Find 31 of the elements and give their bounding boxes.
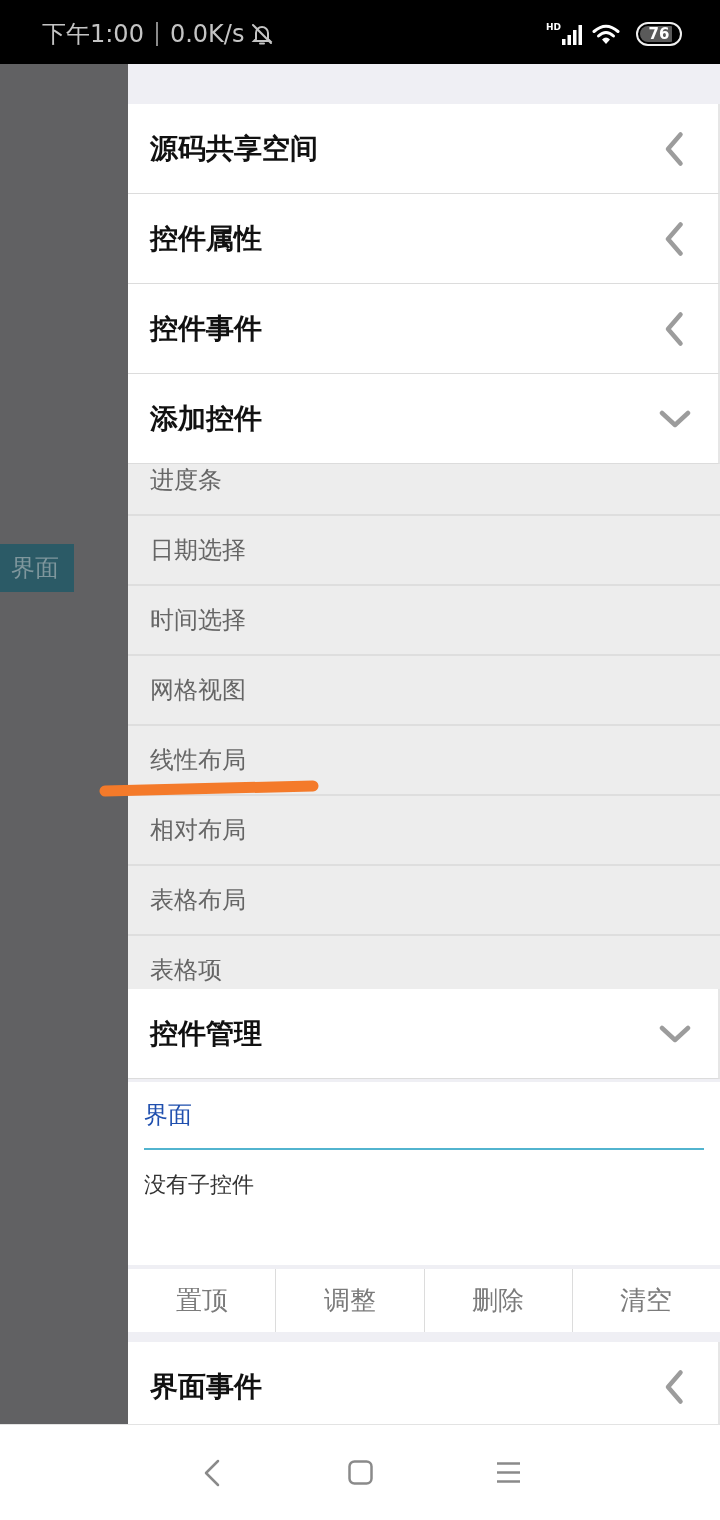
muted-bell-icon bbox=[250, 22, 275, 46]
empty-message: 没有子控件 bbox=[144, 1172, 254, 1198]
list-item[interactable]: 相对布局 bbox=[128, 796, 720, 866]
action-button[interactable]: 置顶 bbox=[128, 1269, 276, 1332]
action-button[interactable]: 调整 bbox=[275, 1269, 424, 1332]
list-item[interactable]: 时间选择 bbox=[128, 586, 720, 656]
action-button[interactable]: 清空 bbox=[571, 1269, 720, 1332]
network-type-label: HD bbox=[546, 23, 561, 32]
section-header[interactable]: 界面事件 bbox=[128, 1342, 720, 1424]
network-speed: 0.0K/s bbox=[169, 20, 245, 48]
view-label: 界面 bbox=[0, 544, 74, 592]
wifi-icon bbox=[592, 23, 620, 45]
list-item[interactable]: 表格布局 bbox=[128, 866, 720, 936]
list-item[interactable]: 日期选择 bbox=[128, 516, 720, 586]
path-label: 界面 bbox=[144, 1100, 192, 1130]
section-header[interactable]: 添加控件 bbox=[128, 374, 720, 464]
action-button[interactable]: 删除 bbox=[423, 1269, 572, 1332]
section-header[interactable]: 控件属性 bbox=[128, 194, 720, 284]
list-item[interactable]: 进度条 bbox=[128, 464, 720, 516]
section-header[interactable]: 控件管理 bbox=[128, 989, 720, 1079]
home-icon[interactable] bbox=[347, 1460, 373, 1485]
back-icon[interactable] bbox=[204, 1458, 220, 1487]
clock-time: 下午1:00 bbox=[42, 19, 144, 50]
list-item[interactable]: 线性布局 bbox=[128, 726, 720, 796]
menu-icon[interactable] bbox=[496, 1462, 520, 1483]
section-header[interactable]: 控件事件 bbox=[128, 284, 720, 374]
list-item[interactable]: 网格视图 bbox=[128, 656, 720, 726]
battery-indicator: 76 bbox=[636, 22, 682, 46]
section-header[interactable]: 源码共享空间 bbox=[128, 104, 720, 194]
signal-icon bbox=[562, 25, 582, 45]
list-item[interactable]: 表格项 bbox=[128, 936, 720, 989]
